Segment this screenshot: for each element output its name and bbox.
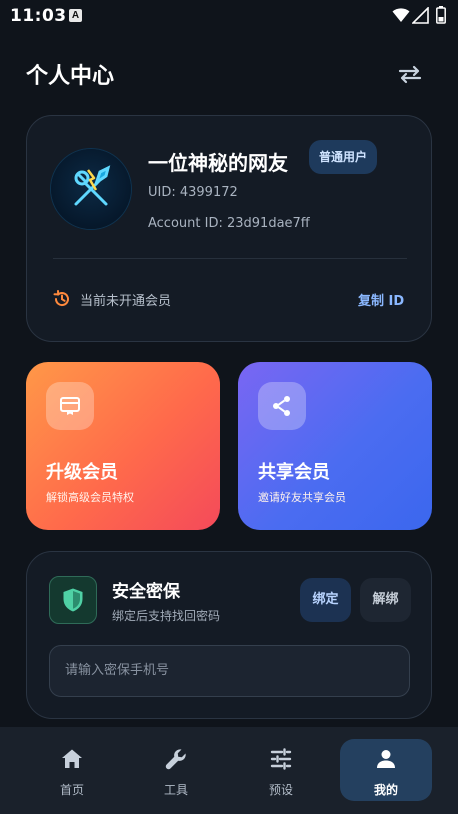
signal-icon <box>412 7 429 24</box>
unbind-button[interactable]: 解绑 <box>360 578 411 622</box>
nav-item-presets[interactable]: 预设 <box>235 739 327 801</box>
home-icon <box>62 749 82 768</box>
user-level-badge: 普通用户 <box>309 140 378 174</box>
status-bar: 11:03 A <box>0 0 458 34</box>
battery-icon <box>436 6 446 24</box>
divider <box>53 258 407 259</box>
shield-box <box>49 576 97 624</box>
account-id: Account ID: 23d91dae7ff <box>148 216 310 231</box>
share-title: 共享会员 <box>258 462 330 483</box>
nav-item-tools[interactable]: 工具 <box>130 739 222 801</box>
nav-label-mine: 我的 <box>373 783 398 797</box>
user-uid: UID: 4399172 <box>148 185 238 200</box>
nav-item-home[interactable]: 首页 <box>26 739 118 801</box>
copy-id-button[interactable]: 复制 ID <box>358 290 404 309</box>
promo-icon-box <box>46 382 94 430</box>
nav-label-tools: 工具 <box>163 783 188 797</box>
promo-icon-box <box>258 382 306 430</box>
security-subtitle: 绑定后支持找回密码 <box>112 609 221 623</box>
user-nickname: 一位神秘的网友 <box>148 151 288 175</box>
share-icon <box>273 396 290 416</box>
history-icon <box>53 290 69 307</box>
security-title: 安全密保 <box>112 582 180 602</box>
vip-card-icon <box>60 397 80 415</box>
avatar[interactable] <box>51 149 131 229</box>
status-time: 11:03 <box>10 6 67 26</box>
nav-label-home: 首页 <box>59 783 84 797</box>
nav-label-presets: 预设 <box>268 783 293 797</box>
swap-arrows-icon <box>398 65 422 84</box>
shield-icon <box>63 588 83 612</box>
security-card: 安全密保 绑定后支持找回密码 绑定 解绑 请输入密保手机号 <box>26 551 432 719</box>
screen: 11:03 A 个人中心 一位神秘的网友 普通用户 UID: 4399172 A… <box>0 0 458 814</box>
share-subtitle: 邀请好友共享会员 <box>258 491 346 504</box>
membership-status: 当前未开通会员 <box>80 294 172 309</box>
wrench-icon <box>165 749 186 770</box>
security-phone-input[interactable]: 请输入密保手机号 <box>49 645 410 697</box>
bind-button[interactable]: 绑定 <box>300 578 351 622</box>
wifi-icon <box>392 8 410 22</box>
upgrade-membership-card[interactable]: 升级会员 解锁高级会员特权 <box>26 362 220 530</box>
upgrade-subtitle: 解锁高级会员特权 <box>46 491 134 504</box>
share-membership-card[interactable]: 共享会员 邀请好友共享会员 <box>238 362 432 530</box>
switch-account-button[interactable] <box>394 60 426 88</box>
person-icon <box>377 750 395 768</box>
bottom-navigation: 首页 工具 预设 我的 <box>0 727 458 814</box>
page-title: 个人中心 <box>26 64 115 89</box>
profile-card: 一位神秘的网友 普通用户 UID: 4399172 Account ID: 23… <box>26 115 432 342</box>
tools-icon <box>74 165 111 206</box>
upgrade-title: 升级会员 <box>46 462 118 483</box>
notification-app-icon: A <box>69 9 82 22</box>
sliders-icon <box>270 748 292 770</box>
nav-item-mine[interactable]: 我的 <box>340 739 432 801</box>
